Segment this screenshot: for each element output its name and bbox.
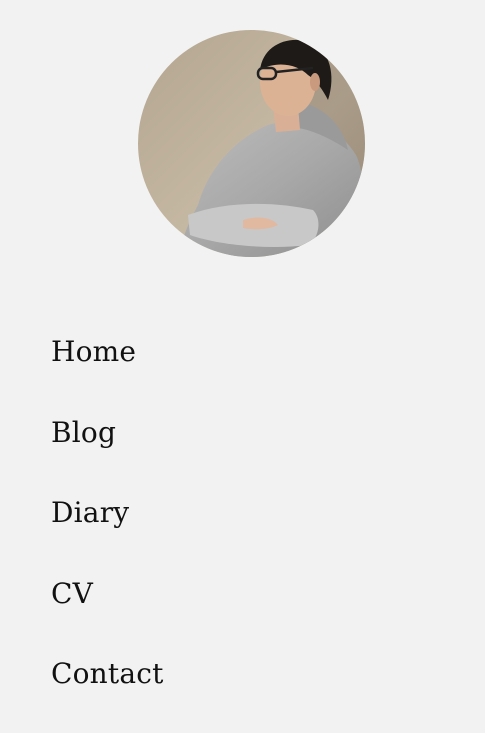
- nav-link-cv[interactable]: CV: [51, 572, 93, 616]
- avatar: [138, 30, 365, 257]
- avatar-photo: [138, 30, 365, 257]
- nav-link-home[interactable]: Home: [51, 330, 136, 374]
- main-navigation: Home Blog Diary CV Contact: [51, 330, 164, 733]
- nav-item-blog: Blog: [51, 411, 164, 492]
- nav-item-home: Home: [51, 330, 164, 411]
- nav-item-contact: Contact: [51, 652, 164, 733]
- nav-link-blog[interactable]: Blog: [51, 411, 116, 455]
- nav-item-diary: Diary: [51, 491, 164, 572]
- nav-link-contact[interactable]: Contact: [51, 652, 164, 696]
- nav-item-cv: CV: [51, 572, 164, 653]
- nav-link-diary[interactable]: Diary: [51, 491, 129, 535]
